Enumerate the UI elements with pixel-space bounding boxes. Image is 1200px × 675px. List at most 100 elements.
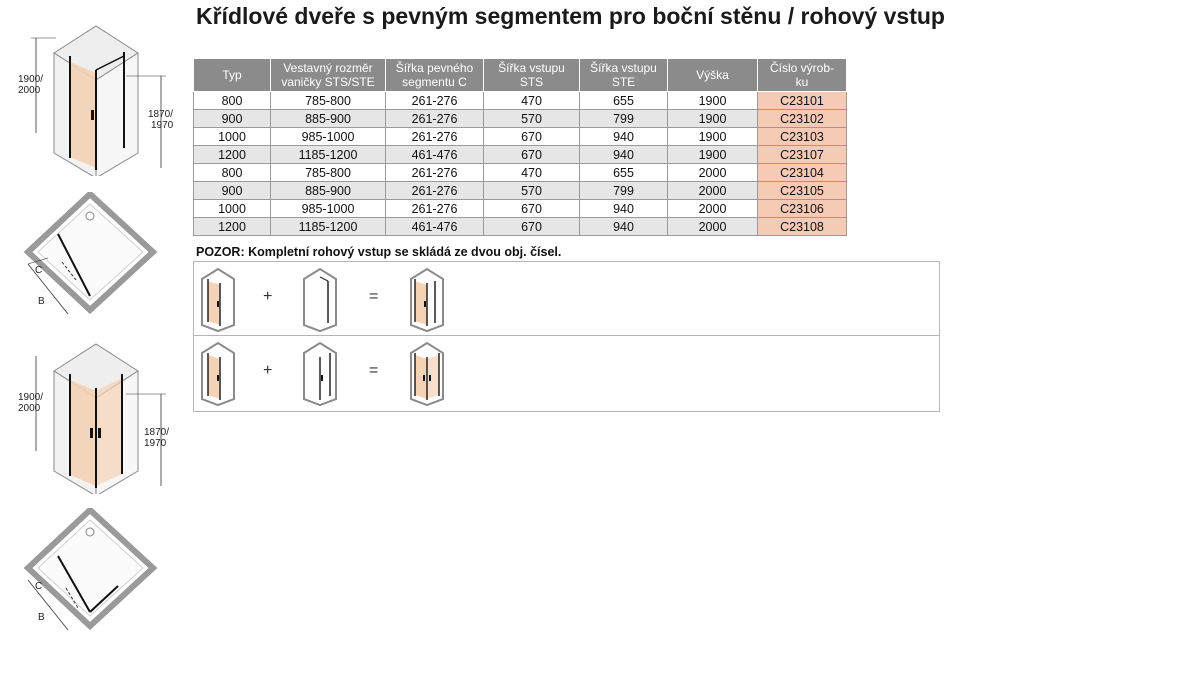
cell-cislo-vyrobku: C23107: [757, 145, 847, 164]
spec-table: Typ Vestavný rozměr vaničky STS/STE Šířka…: [193, 58, 847, 236]
cell-sirka-pevneho: 461-476: [385, 145, 484, 164]
single-door-icon: [201, 267, 235, 333]
elevation-diagram-double: 1900/ 2000 1870/ 1970: [18, 343, 169, 494]
cell-sirka-sts: 570: [483, 109, 580, 128]
cell-vyska: 1900: [667, 91, 758, 110]
cell-sirka-ste: 940: [579, 199, 668, 218]
header-line: segmentu C: [402, 75, 467, 89]
plan-diagram-single: C B: [23, 192, 158, 315]
cell-typ: 1200: [193, 217, 271, 236]
cell-sirka-pevneho: 261-276: [385, 127, 484, 146]
cell-cislo-vyrobku: C23103: [757, 127, 847, 146]
cell-sirka-sts: 470: [483, 163, 580, 182]
height-outer-label-3: 1900/: [18, 392, 43, 403]
header-sirka-vstupu-ste: Šířka vstupu STE: [579, 58, 668, 92]
height-inner-label-2: 1970: [151, 120, 174, 131]
table-row: 1200 1185-1200 461-476 670 940 1900 C23107: [193, 145, 847, 164]
page-title: Křídlové dveře s pevným segmentem pro bo…: [196, 3, 945, 29]
warning-note: POZOR: Kompletní rohový vstup se skládá …: [196, 245, 562, 259]
cell-sirka-pevneho: 261-276: [385, 109, 484, 128]
table-row: 800 785-800 261-276 470 655 2000 C23104: [193, 163, 847, 182]
header-cislo-vyrobku: Číslo výrob-ku: [757, 58, 847, 92]
side-wall-icon: [303, 267, 337, 333]
cell-sirka-pevneho: 261-276: [385, 163, 484, 182]
cell-vestavny-rozmer: 785-800: [270, 163, 386, 182]
combination-row-single: + =: [193, 261, 940, 336]
height-inner-label-3: 1870/: [144, 427, 169, 438]
header-line: Šířka vstupu: [498, 61, 565, 75]
cell-typ: 1200: [193, 145, 271, 164]
cell-sirka-ste: 940: [579, 127, 668, 146]
header-vestavny-rozmer: Vestavný rozměr vaničky STS/STE: [270, 58, 386, 92]
dim-c-label-2: C: [35, 581, 42, 592]
table-row: 800 785-800 261-276 470 655 1900 C23101: [193, 91, 847, 110]
cell-vestavny-rozmer: 1185-1200: [270, 145, 386, 164]
cell-vestavny-rozmer: 985-1000: [270, 199, 386, 218]
header-typ: Typ: [193, 58, 271, 92]
cell-sirka-ste: 940: [579, 217, 668, 236]
cell-vyska: 2000: [667, 199, 758, 218]
plus-sign-2: +: [263, 362, 273, 379]
cell-sirka-ste: 940: [579, 145, 668, 164]
combination-row-double: + =: [193, 336, 940, 412]
header-line: STS: [519, 75, 544, 89]
cell-sirka-pevneho: 261-276: [385, 199, 484, 218]
table-row: 1000 985-1000 261-276 670 940 2000 C23106: [193, 199, 847, 218]
cell-vyska: 2000: [667, 163, 758, 182]
cell-sirka-pevneho: 261-276: [385, 91, 484, 110]
cell-sirka-pevneho: 461-476: [385, 217, 484, 236]
cell-vestavny-rozmer: 985-1000: [270, 127, 386, 146]
cell-typ: 800: [193, 163, 271, 182]
cell-sirka-sts: 670: [483, 145, 580, 164]
cell-sirka-ste: 655: [579, 163, 668, 182]
cell-cislo-vyrobku: C23105: [757, 181, 847, 200]
cell-vyska: 2000: [667, 181, 758, 200]
dim-b-label-2: B: [38, 612, 45, 623]
header-line: vaničky STS/STE: [281, 75, 375, 89]
cell-vestavny-rozmer: 785-800: [270, 91, 386, 110]
cell-sirka-ste: 655: [579, 91, 668, 110]
cell-vestavny-rozmer: 1185-1200: [270, 217, 386, 236]
cell-sirka-pevneho: 261-276: [385, 181, 484, 200]
cell-sirka-sts: 670: [483, 217, 580, 236]
height-outer-label-1: 1900/: [18, 74, 43, 85]
header-vyska-label: Výška: [696, 68, 729, 82]
table-row: 900 885-900 261-276 570 799 2000 C23105: [193, 181, 847, 200]
cell-vestavny-rozmer: 885-900: [270, 109, 386, 128]
single-door-icon-2: [201, 341, 235, 407]
header-line: Šířka pevného: [395, 61, 474, 75]
cell-vyska: 1900: [667, 109, 758, 128]
header-line: ku: [795, 75, 809, 89]
dim-c-label-1: C: [35, 265, 42, 276]
dim-b-label-1: B: [38, 296, 45, 307]
cell-sirka-sts: 470: [483, 91, 580, 110]
header-line: STE: [611, 75, 636, 89]
cell-vyska: 1900: [667, 145, 758, 164]
header-vyska: Výška: [667, 58, 758, 92]
cell-sirka-ste: 799: [579, 109, 668, 128]
header-sirka-pevneho: Šířka pevného segmentu C: [385, 58, 484, 92]
equals-sign: =: [369, 288, 379, 305]
header-line: Číslo výrob-: [769, 61, 834, 75]
header-line: Vestavný rozměr: [283, 61, 373, 75]
header-sirka-vstupu-sts: Šířka vstupu STS: [483, 58, 580, 92]
table-row: 900 885-900 261-276 570 799 1900 C23102: [193, 109, 847, 128]
cell-cislo-vyrobku: C23108: [757, 217, 847, 236]
height-outer-label-4: 2000: [18, 403, 41, 414]
height-inner-label-1: 1870/: [148, 109, 173, 120]
equals-sign-2: =: [369, 362, 379, 379]
cell-typ: 800: [193, 91, 271, 110]
cell-typ: 1000: [193, 199, 271, 218]
double-corner-entry-icon: [410, 341, 444, 407]
cell-cislo-vyrobku: C23106: [757, 199, 847, 218]
cell-vyska: 2000: [667, 217, 758, 236]
cell-vyska: 1900: [667, 127, 758, 146]
corner-entry-icon: [410, 267, 444, 333]
height-outer-label-2: 2000: [18, 85, 41, 96]
table-row: 1000 985-1000 261-276 670 940 1900 C23103: [193, 127, 847, 146]
cell-cislo-vyrobku: C23104: [757, 163, 847, 182]
cell-cislo-vyrobku: C23102: [757, 109, 847, 128]
cell-sirka-sts: 670: [483, 199, 580, 218]
height-inner-label-4: 1970: [144, 438, 167, 449]
cell-typ: 900: [193, 181, 271, 200]
